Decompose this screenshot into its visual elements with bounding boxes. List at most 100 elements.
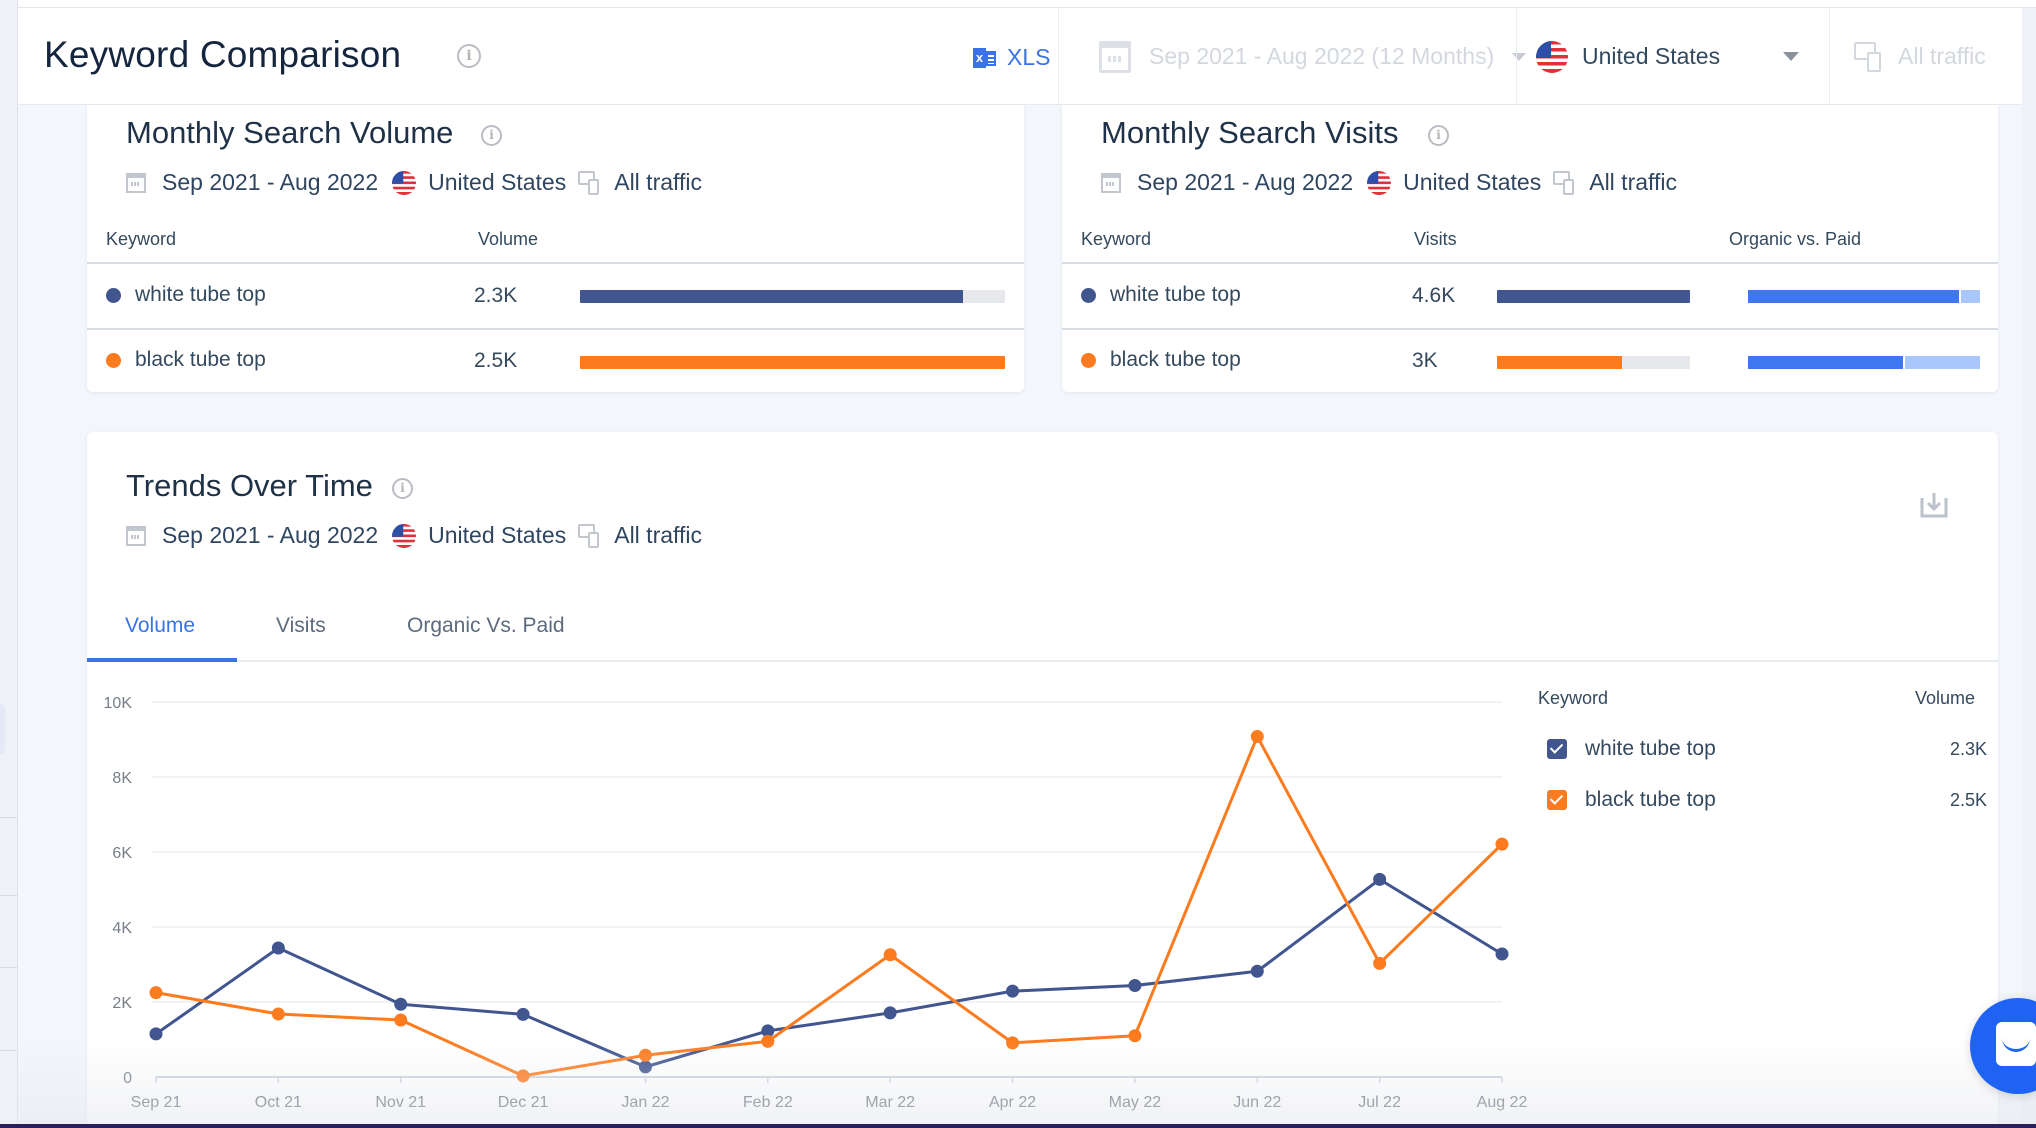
table-row-keyword[interactable]: white tube top [1081, 283, 1241, 307]
card-meta: Sep 2021 - Aug 2022 United States All tr… [1101, 169, 1677, 196]
legend-item-white-tube-top[interactable]: white tube top [1547, 737, 1716, 761]
meta-country: United States [428, 522, 567, 548]
devices-icon [1854, 41, 1884, 72]
calendar-icon [1099, 40, 1131, 73]
tab-visits[interactable]: Visits [276, 614, 326, 638]
data-point [149, 986, 163, 1000]
tab-organic-vs-paid[interactable]: Organic Vs. Paid [407, 614, 565, 638]
data-point [1128, 979, 1142, 992]
checkbox-checked-icon[interactable] [1547, 790, 1567, 810]
top-border [18, 0, 2036, 8]
sidebar-divider [0, 895, 17, 896]
data-point [394, 1013, 408, 1027]
page-title: Keyword Comparison [44, 34, 402, 75]
download-icon[interactable] [1919, 490, 1949, 520]
tab-volume[interactable]: Volume [125, 614, 195, 638]
us-flag-icon [392, 523, 417, 548]
series-line-white-tube-top [155, 877, 1503, 1069]
card-meta: Sep 2021 - Aug 2022 United States All tr… [126, 169, 702, 196]
y-tick-label: 8K [112, 770, 132, 787]
x-tick-label: May 22 [1109, 1094, 1162, 1111]
data-point [1495, 837, 1509, 851]
row-divider [1062, 328, 1998, 330]
visits-bar [1497, 290, 1690, 303]
sidebar-divider [0, 817, 17, 818]
devices-icon [578, 170, 602, 195]
series-dot [106, 352, 121, 368]
date-range-label: Sep 2021 - Aug 2022 (12 Months) [1149, 43, 1495, 69]
info-icon[interactable]: i [392, 478, 413, 499]
window-bottom-border [0, 1124, 2036, 1128]
y-tick-label: 4K [112, 920, 132, 937]
us-flag-icon [1367, 170, 1392, 195]
series-dot [1081, 352, 1096, 368]
row-divider [87, 328, 1024, 330]
trends-over-time-card: Trends Over Time i Sep 2021 - Aug 2022 U… [87, 432, 1998, 1128]
volume-bar [580, 290, 1005, 303]
data-point [638, 1048, 652, 1062]
paid-share [1905, 356, 1980, 369]
legend-label: white tube top [1585, 737, 1716, 760]
excel-icon: x [973, 46, 997, 70]
x-tick-label: Jan 22 [621, 1094, 669, 1111]
data-point [638, 1060, 652, 1074]
card-title: Monthly Search Visits [1101, 115, 1399, 150]
legend-item-black-tube-top[interactable]: black tube top [1547, 788, 1716, 812]
calendar-icon [126, 525, 146, 546]
organic-vs-paid-bar [1748, 290, 1980, 303]
meta-traffic: All traffic [614, 522, 703, 548]
table-row-keyword[interactable]: black tube top [106, 348, 266, 372]
meta-date: Sep 2021 - Aug 2022 [162, 522, 379, 548]
data-point [1250, 964, 1264, 978]
keyword-label: white tube top [1110, 283, 1241, 306]
info-icon[interactable]: i [481, 125, 502, 146]
date-range-picker[interactable]: Sep 2021 - Aug 2022 (12 Months) [1058, 8, 1534, 105]
data-point [1373, 956, 1387, 970]
legend-label: black tube top [1585, 788, 1716, 811]
y-tick-label: 6K [112, 845, 132, 862]
country-selector[interactable]: United States [1516, 8, 1830, 105]
meta-traffic: All traffic [1589, 169, 1678, 195]
x-tick-label: Jun 22 [1233, 1094, 1281, 1111]
legend-header-volume: Volume [1915, 688, 1976, 708]
y-tick-label: 2K [112, 995, 132, 1012]
devices-icon [1553, 170, 1577, 195]
table-row-keyword[interactable]: white tube top [106, 283, 266, 307]
traffic-selector[interactable]: All traffic [1830, 8, 2022, 105]
monthly-search-volume-card: Monthly Search Volume i Sep 2021 - Aug 2… [87, 105, 1024, 392]
calendar-icon [1101, 172, 1121, 193]
organic-share [1748, 290, 1960, 303]
export-xls-button[interactable]: x XLS [973, 44, 1050, 71]
x-tick-label: Oct 21 [255, 1094, 302, 1111]
x-tick-label: Feb 22 [743, 1094, 793, 1111]
info-icon[interactable]: i [1428, 125, 1449, 146]
x-tick-label: Dec 21 [498, 1094, 549, 1111]
series-dot [1081, 287, 1096, 303]
data-point [883, 948, 897, 962]
data-point [1006, 1036, 1020, 1050]
meta-country: United States [1403, 169, 1542, 195]
keyword-label: black tube top [135, 348, 266, 371]
visits-bar-fill [1497, 290, 1690, 303]
x-tick-label: Aug 22 [1477, 1094, 1527, 1111]
checkbox-checked-icon[interactable] [1547, 739, 1567, 759]
data-point [271, 941, 285, 955]
column-header-volume: Volume [478, 229, 539, 249]
organic-vs-paid-bar [1748, 356, 1980, 369]
volume-bar-fill [580, 356, 1005, 369]
table-row-keyword[interactable]: black tube top [1081, 348, 1241, 372]
visits-value: 3K [1412, 349, 1438, 372]
data-point [883, 1006, 897, 1020]
data-point [149, 1027, 163, 1041]
x-tick-label: Jul 22 [1358, 1094, 1401, 1111]
x-tick-label: Sep 21 [131, 1094, 182, 1111]
volume-bar-fill [580, 290, 963, 303]
series-dot [106, 287, 121, 303]
data-point [516, 1007, 530, 1021]
y-tick-label: 0 [123, 1070, 132, 1087]
sidebar-active-indicator [0, 704, 5, 754]
us-flag-icon [1536, 40, 1568, 73]
page-header: Keyword Comparison i x XLS Sep 2021 - Au… [18, 8, 2022, 105]
card-meta: Sep 2021 - Aug 2022 United States All tr… [126, 522, 702, 549]
info-icon[interactable]: i [457, 44, 481, 68]
